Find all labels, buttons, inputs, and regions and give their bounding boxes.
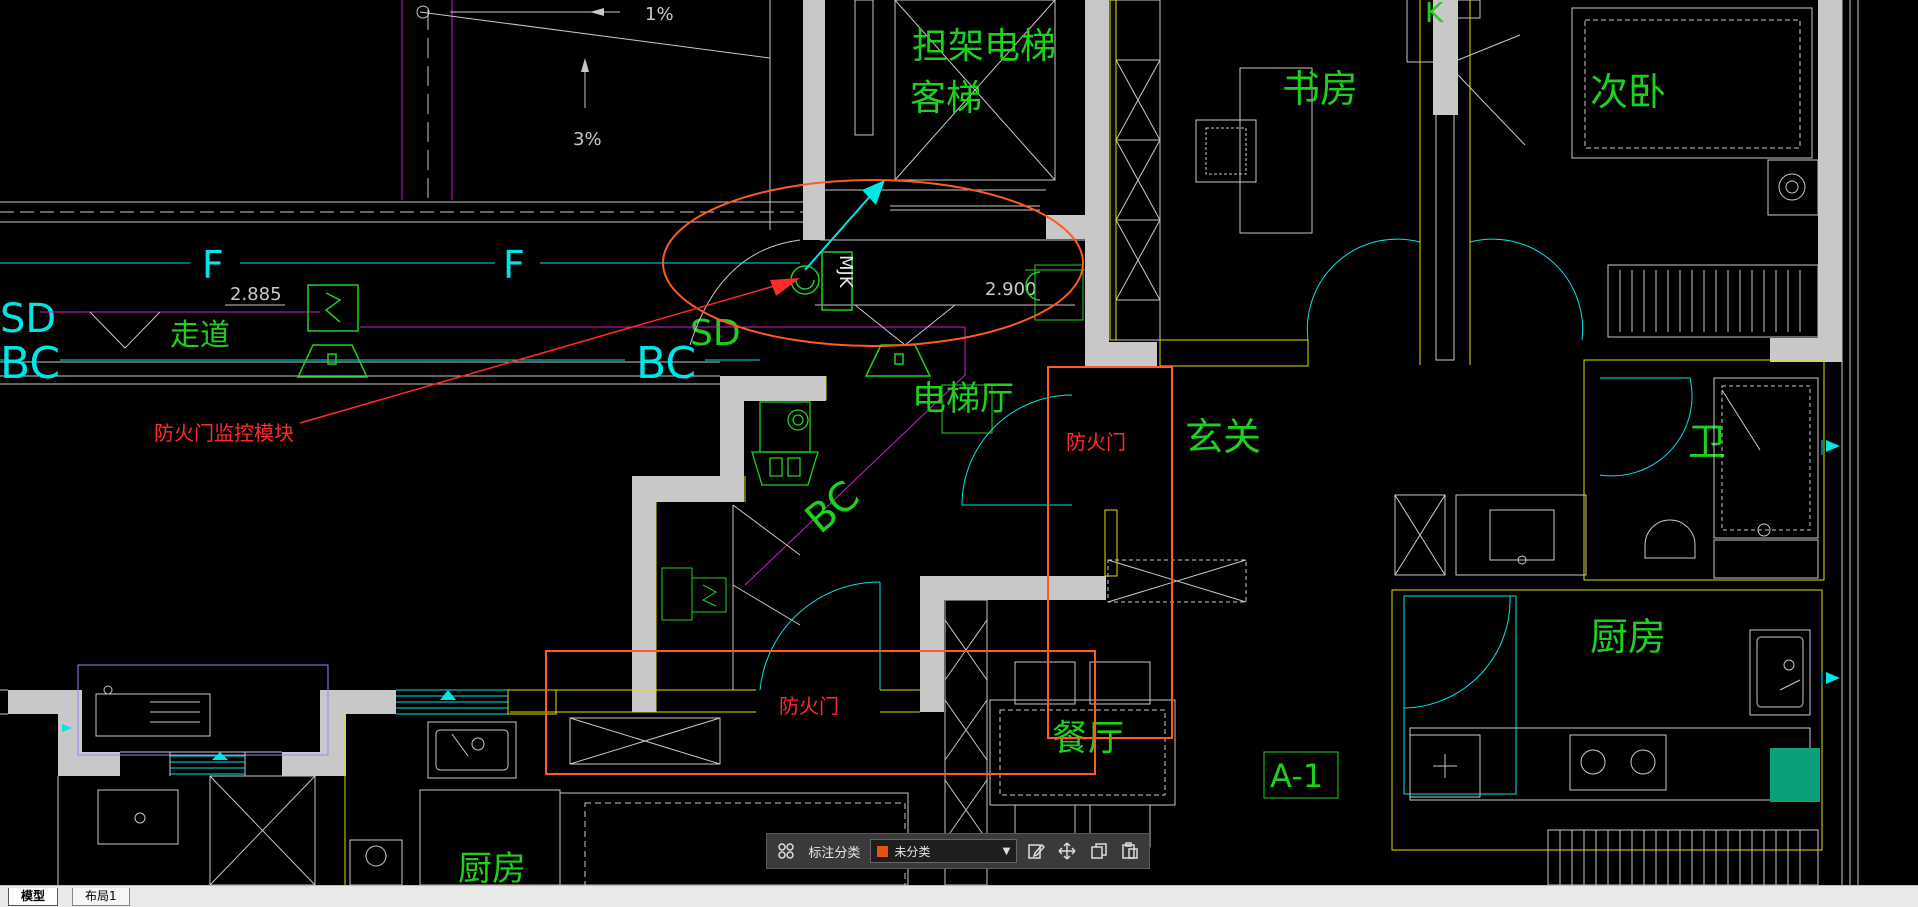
edit-icon[interactable] [1023, 838, 1048, 864]
bathroom-label: 卫 [1688, 420, 1726, 464]
f-label-1: F [202, 243, 224, 287]
cad-drawing-canvas[interactable]: 1% 3% F F BC BC SD SD 走道 2.885 担架电梯 客梯 2… [0, 0, 1918, 885]
unit-label: A-1 [1270, 757, 1323, 795]
slope-label-1pct: 1% [645, 4, 674, 25]
bc-label-1: BC [0, 338, 60, 389]
study-label: 书房 [1282, 67, 1358, 111]
annotation-monitor-module: 防火门监控模块 [154, 421, 294, 445]
category-dropdown[interactable]: 未分类 ▼ [870, 839, 1018, 863]
annotation-fire-door-2: 防火门 [779, 694, 839, 718]
sd-label-1: SD [0, 296, 56, 342]
k-label: K [1425, 0, 1444, 29]
level-label-left: 2.885 [230, 284, 282, 305]
kitchen-green-fixture [1770, 748, 1820, 802]
bedroom2-label: 次卧 [1590, 70, 1666, 114]
elevator-label-1: 担架电梯 [912, 26, 1056, 67]
kitchen-right-label: 厨房 [1590, 615, 1666, 659]
layout-tab-bar: 模型 布局1 [0, 885, 1918, 907]
copy-icon[interactable] [1086, 838, 1111, 864]
bedroom2-wall [1818, 0, 1842, 362]
f-label-2: F [503, 243, 525, 287]
tab-layout1[interactable]: 布局1 [72, 888, 130, 906]
entrance-label: 玄关 [1185, 415, 1261, 459]
annotation-toolbar: 标注分类 未分类 ▼ [766, 833, 1150, 869]
annotation-fire-door-1: 防火门 [1066, 430, 1126, 454]
mjk-label: MJK [835, 255, 856, 289]
kitchen-left-label: 厨房 [458, 849, 526, 885]
slope-label-3pct: 3% [573, 129, 602, 150]
category-value: 未分类 [894, 844, 931, 859]
tab-model[interactable]: 模型 [8, 888, 59, 906]
toolbar-category-label: 标注分类 [808, 845, 861, 861]
grid-icon[interactable] [773, 838, 798, 864]
bedroom2-wall-corner [1770, 338, 1842, 362]
corridor-label: 走道 [170, 318, 230, 353]
paste-icon[interactable] [1118, 838, 1143, 864]
sd-label-2: SD [690, 313, 741, 354]
bc-label-2: BC [636, 338, 696, 389]
chevron-down-icon: ▼ [1002, 845, 1011, 857]
category-color-swatch [877, 845, 889, 857]
level-label-right: 2.900 [985, 279, 1037, 300]
elevator-label-2: 客梯 [910, 78, 982, 119]
move-icon[interactable] [1055, 838, 1080, 864]
